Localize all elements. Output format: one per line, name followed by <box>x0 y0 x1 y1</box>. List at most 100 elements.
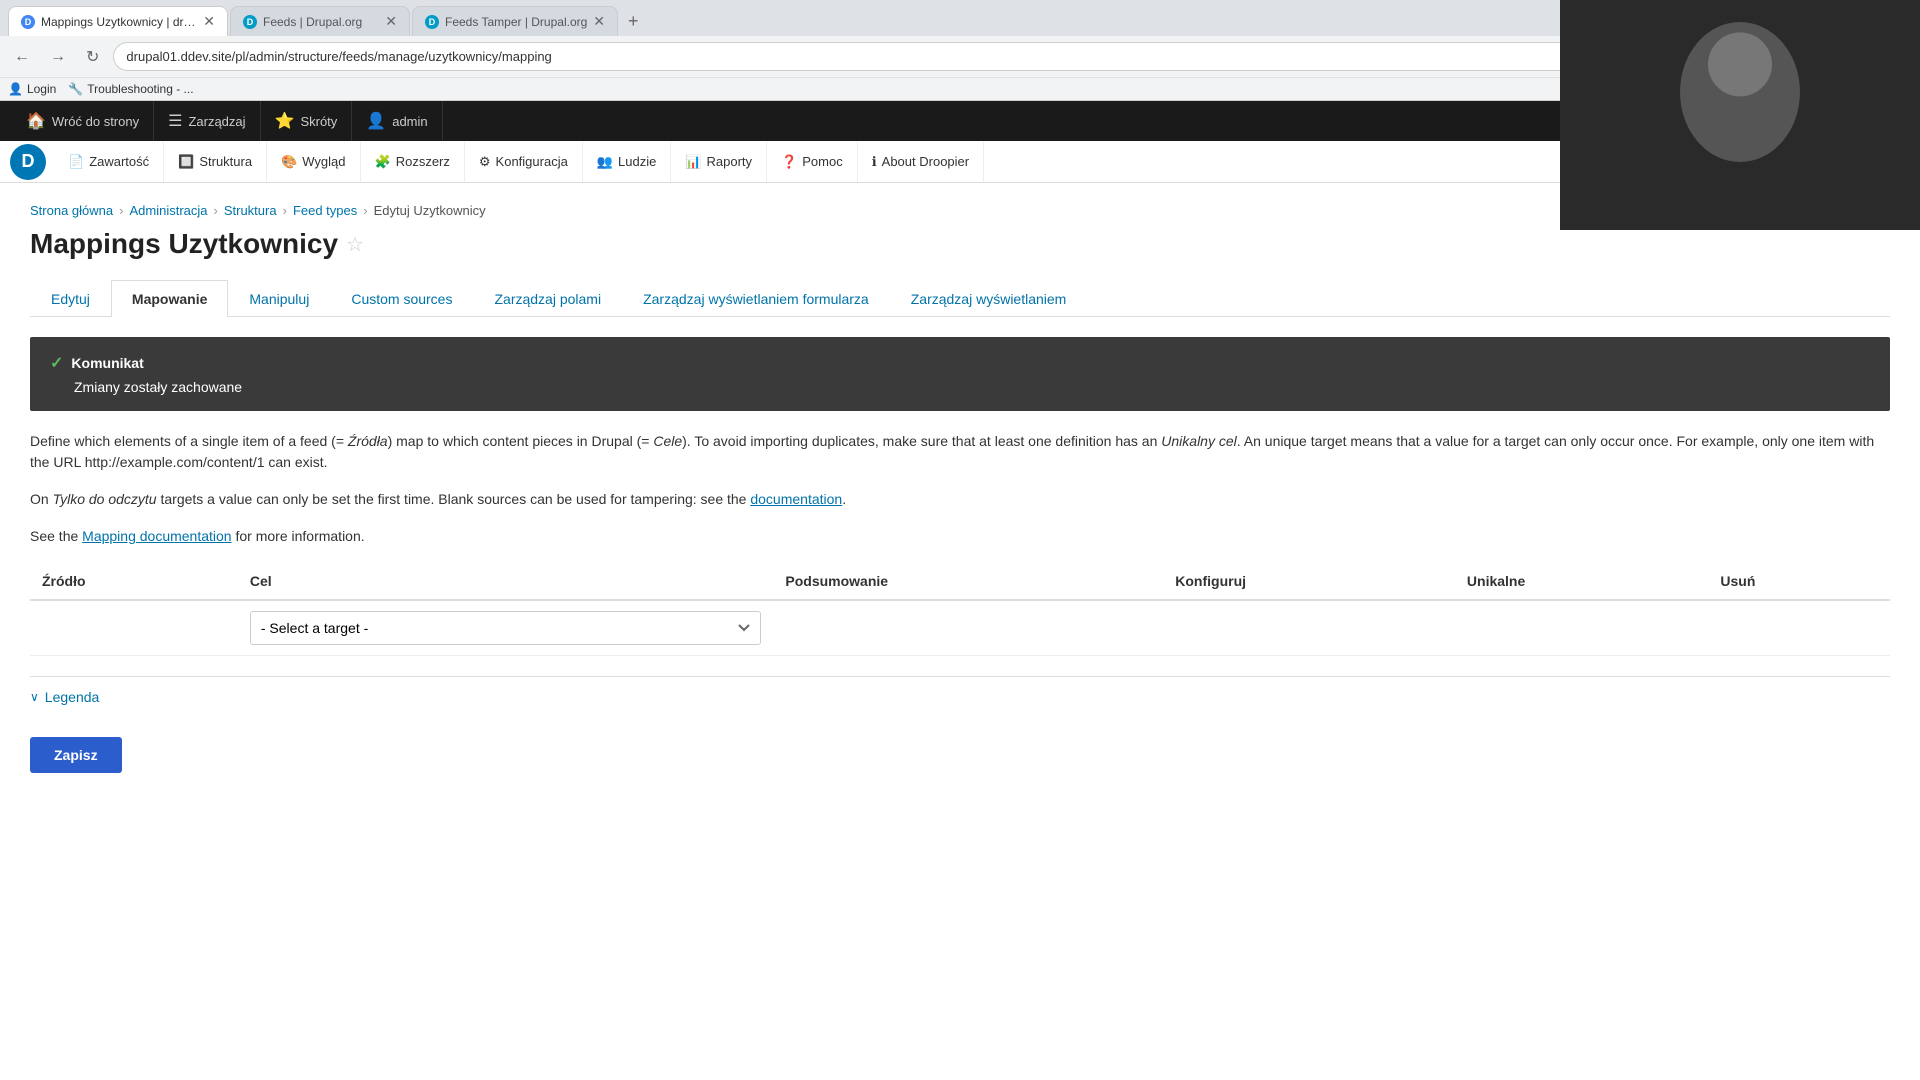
toolbar-home-label: Wróć do strony <box>52 114 139 129</box>
forward-button[interactable]: → <box>44 44 72 70</box>
example-url: http://example.com/content/1 <box>85 454 265 470</box>
tab-zarzadzaj-formularz[interactable]: Zarządzaj wyświetlaniem formularza <box>622 280 890 317</box>
zawartość-icon: 📄 <box>68 154 84 170</box>
nav-raporty[interactable]: 📊 Raporty <box>671 141 767 182</box>
breadcrumb-sep-1: › <box>119 203 123 218</box>
reload-button[interactable]: ↻ <box>80 43 105 71</box>
manage-icon: ☰ <box>168 111 182 131</box>
login-icon: 👤 <box>8 82 23 96</box>
tab3-close[interactable]: ✕ <box>593 13 605 30</box>
mapping-doc-link[interactable]: Mapping documentation <box>82 528 231 544</box>
toolbar-shortcuts-label: Skróty <box>300 114 337 129</box>
browser-tab-1[interactable]: D Mappings Uzytkownicy | drc... ✕ <box>8 6 228 36</box>
webcam-overlay <box>1560 0 1920 230</box>
usun-cell <box>1708 600 1890 656</box>
col-unikalne: Unikalne <box>1455 563 1708 600</box>
nav-struktura[interactable]: 🔲 Struktura <box>164 141 267 182</box>
table-row-new: - Select a target - <box>30 600 1890 656</box>
nav-pomoc[interactable]: ❓ Pomoc <box>767 141 858 182</box>
page-tabs: Edytuj Mapowanie Manipuluj Custom source… <box>30 280 1890 317</box>
bookmark-login[interactable]: 👤 Login <box>8 82 56 96</box>
browser-tab-3[interactable]: D Feeds Tamper | Drupal.org ✕ <box>412 6 618 36</box>
bookmark-troubleshooting[interactable]: 🔧 Troubleshooting - ... <box>68 82 193 96</box>
nav-wyglad[interactable]: 🎨 Wygląd <box>267 141 360 182</box>
tab1-close[interactable]: ✕ <box>203 13 215 30</box>
col-zrodlo: Źródło <box>30 563 238 600</box>
documentation-link[interactable]: documentation <box>750 491 842 507</box>
nav-konfiguracja[interactable]: ⚙ Konfiguracja <box>465 141 583 182</box>
breadcrumb-sep-3: › <box>283 203 287 218</box>
tab2-close[interactable]: ✕ <box>385 13 397 30</box>
tab-custom-sources[interactable]: Custom sources <box>330 280 473 317</box>
select-target[interactable]: - Select a target - <box>250 611 762 645</box>
user-icon: 👤 <box>366 111 386 131</box>
description-para1: Define which elements of a single item o… <box>30 431 1890 473</box>
mapping-table: Źródło Cel Podsumowanie Konfiguruj Unika… <box>30 563 1890 656</box>
raporty-icon: 📊 <box>685 154 701 170</box>
back-button[interactable]: ← <box>8 44 36 70</box>
toolbar-manage[interactable]: ☰ Zarządzaj <box>154 101 260 141</box>
tab1-favicon: D <box>21 15 35 29</box>
bookmark-troubleshooting-label: Troubleshooting - ... <box>87 82 193 96</box>
nav-rozszerz[interactable]: 🧩 Rozszerz <box>361 141 465 182</box>
pomoc-icon: ❓ <box>781 154 797 170</box>
tab-zarzadzaj-wyswietlaniem[interactable]: Zarządzaj wyświetlaniem <box>890 280 1088 317</box>
cele-term: Cele <box>653 433 682 449</box>
tab1-title: Mappings Uzytkownicy | drc... <box>41 15 197 29</box>
description-para2: On Tylko do odczytu targets a value can … <box>30 489 1890 510</box>
toolbar-manage-label: Zarządzaj <box>188 114 245 129</box>
message-text: Zmiany zostały zachowane <box>74 379 1870 395</box>
nav-zawartość-label: Zawartość <box>89 154 149 169</box>
breadcrumb-home[interactable]: Strona główna <box>30 203 113 218</box>
col-cel: Cel <box>238 563 774 600</box>
nav-about-label: About Droopier <box>882 154 969 169</box>
nav-ludzie[interactable]: 👥 Ludzie <box>583 141 672 182</box>
save-button[interactable]: Zapisz <box>30 737 122 773</box>
breadcrumb-struktura[interactable]: Struktura <box>224 203 277 218</box>
zrodla-term: Źródła <box>348 433 388 449</box>
ludzie-icon: 👥 <box>597 154 613 170</box>
nav-about[interactable]: ℹ About Droopier <box>858 141 984 182</box>
target-cell: - Select a target - <box>238 600 774 656</box>
troubleshooting-icon: 🔧 <box>68 82 83 96</box>
legend-toggle[interactable]: ∨ Legenda <box>30 689 1890 705</box>
breadcrumb-feed-types[interactable]: Feed types <box>293 203 357 218</box>
breadcrumb-admin[interactable]: Administracja <box>129 203 207 218</box>
legend-label: Legenda <box>45 689 100 705</box>
tab-mapowanie[interactable]: Mapowanie <box>111 280 228 317</box>
webcam-placeholder <box>1560 0 1920 230</box>
tab-zarzadzaj-polami[interactable]: Zarządzaj polami <box>473 280 622 317</box>
nav-pomoc-label: Pomoc <box>802 154 842 169</box>
col-konfiguruj: Konfiguruj <box>1163 563 1455 600</box>
drupal-logo: D <box>10 144 46 180</box>
new-tab-button[interactable]: + <box>620 7 647 36</box>
bookmark-star-icon[interactable]: ☆ <box>346 232 364 257</box>
toolbar-shortcuts[interactable]: ⭐ Skróty <box>261 101 353 141</box>
wyglad-icon: 🎨 <box>281 154 297 170</box>
unikalny-cel-term: Unikalny cel <box>1161 433 1236 449</box>
breadcrumb-current: Edytuj Uzytkownicy <box>374 203 486 218</box>
toolbar-user[interactable]: 👤 admin <box>352 101 442 141</box>
breadcrumb-sep-2: › <box>214 203 218 218</box>
tab-edytuj[interactable]: Edytuj <box>30 280 111 317</box>
nav-raporty-label: Raporty <box>707 154 753 169</box>
star-nav-icon: ⭐ <box>275 111 295 131</box>
check-icon: ✓ <box>50 353 63 373</box>
tab3-title: Feeds Tamper | Drupal.org <box>445 15 587 29</box>
nav-struktura-label: Struktura <box>199 154 252 169</box>
nav-konfiguracja-label: Konfiguracja <box>496 154 568 169</box>
page-title: Mappings Uzytkownicy <box>30 228 338 260</box>
page-content: Strona główna › Administracja › Struktur… <box>0 183 1920 793</box>
nav-zawartość[interactable]: 📄 Zawartość <box>54 141 164 182</box>
message-type: Komunikat <box>71 355 143 371</box>
bookmark-login-label: Login <box>27 82 56 96</box>
tab3-favicon: D <box>425 15 439 29</box>
konfiguracja-icon: ⚙ <box>479 154 491 170</box>
page-title-row: Mappings Uzytkownicy ☆ <box>30 228 1890 260</box>
message-box: ✓ Komunikat Zmiany zostały zachowane <box>30 337 1890 411</box>
browser-tab-2[interactable]: D Feeds | Drupal.org ✕ <box>230 6 410 36</box>
toolbar-home[interactable]: 🏠 Wróć do strony <box>12 101 154 141</box>
tab-manipuluj[interactable]: Manipuluj <box>228 280 330 317</box>
toolbar-user-label: admin <box>392 114 427 129</box>
struktura-icon: 🔲 <box>178 154 194 170</box>
